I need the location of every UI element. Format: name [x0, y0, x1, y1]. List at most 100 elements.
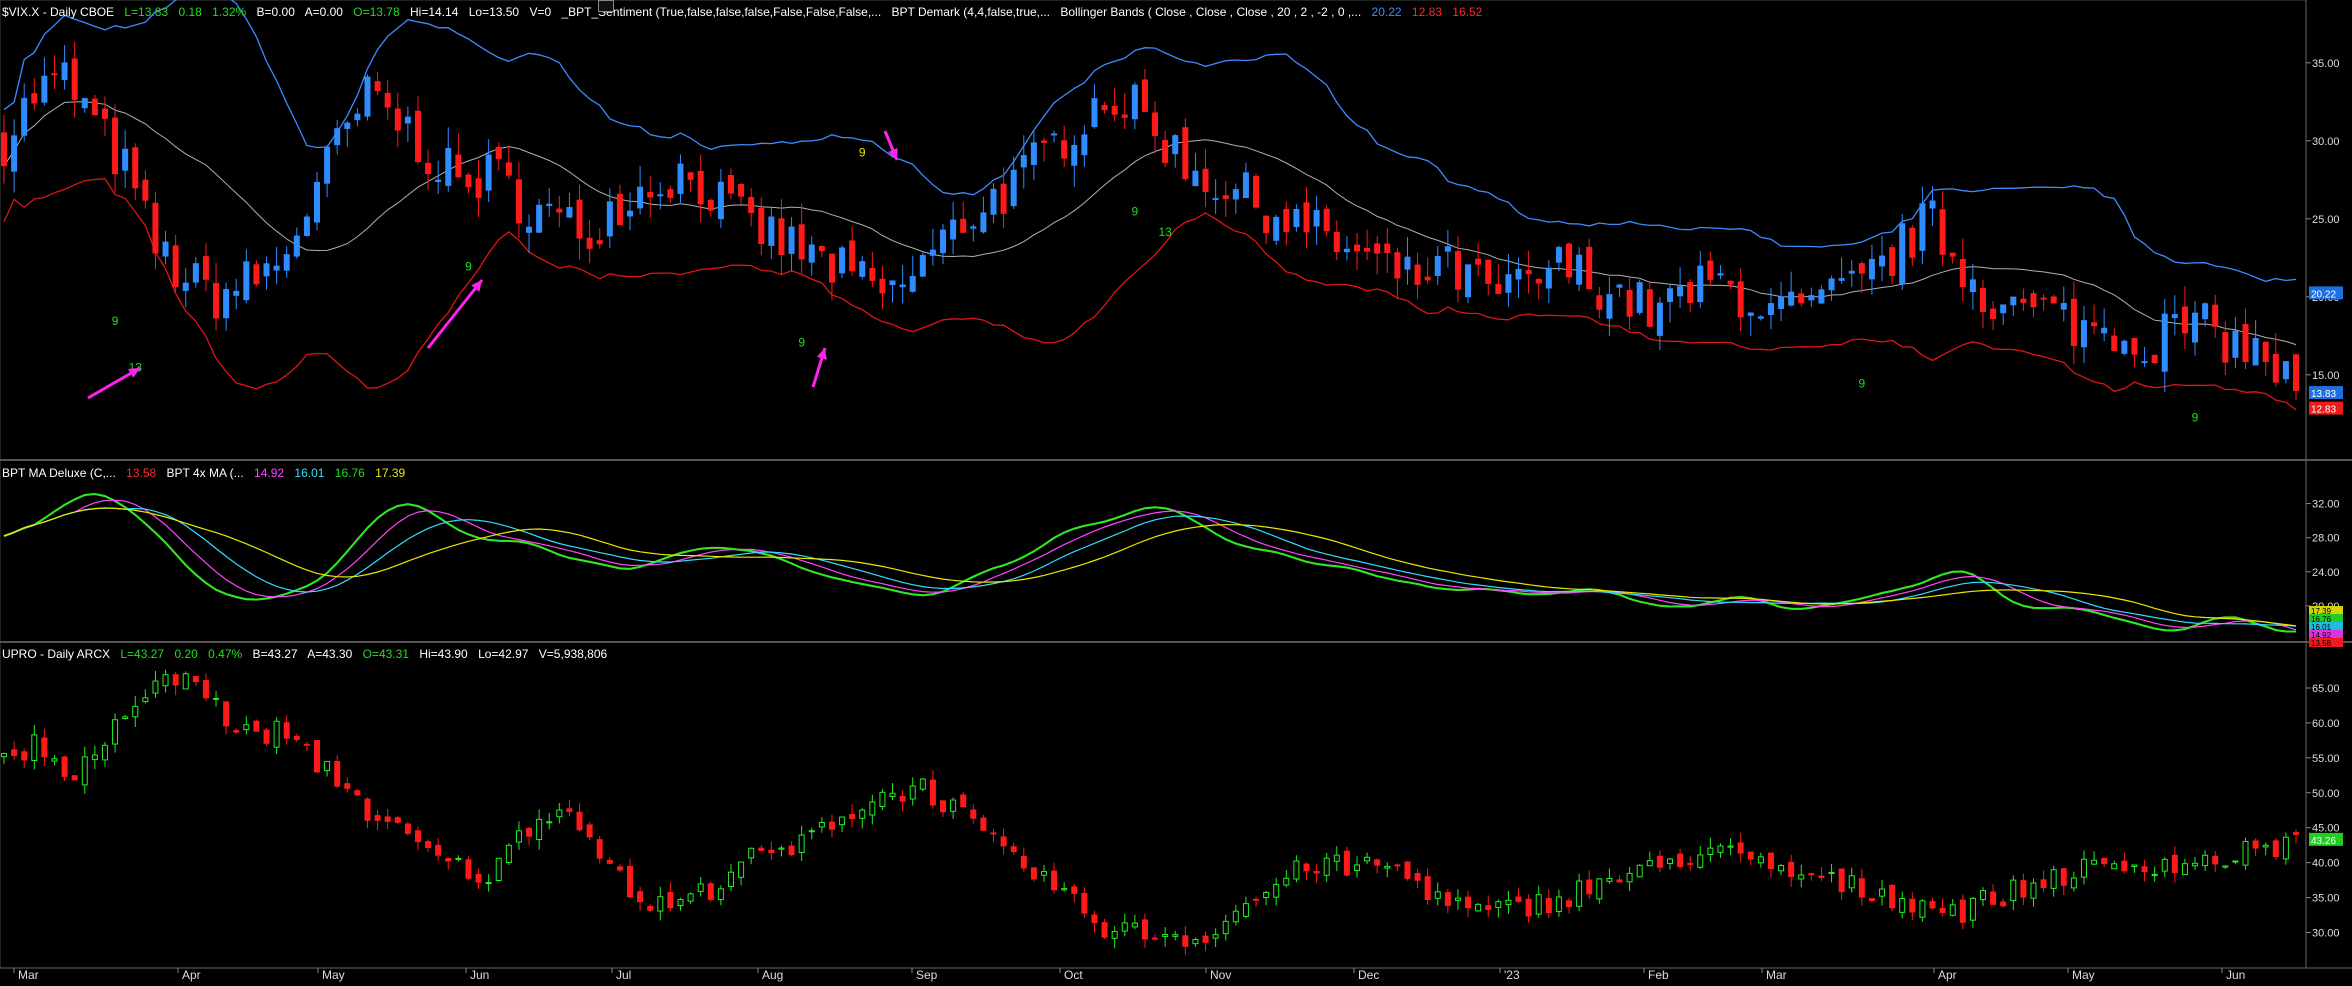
vix-candle: [1767, 303, 1774, 315]
time-label: Apr: [182, 968, 201, 982]
upro-candle: [667, 891, 674, 909]
time-label: Apr: [1938, 968, 1957, 982]
vix-candle: [314, 181, 321, 223]
vix-candle: [1808, 295, 1815, 301]
signal-arrow: [426, 279, 484, 349]
vix-candle: [132, 147, 139, 189]
indicator-bollinger[interactable]: Bollinger Bands ( Close , Close , Close …: [1060, 5, 1361, 19]
ma-deluxe-name[interactable]: BPT MA Deluxe (C,...: [2, 466, 116, 480]
vix-candle: [2080, 320, 2087, 348]
upro-candle: [1969, 897, 1976, 921]
vix-candle: [1879, 255, 1886, 267]
upro-candle: [243, 724, 250, 731]
vix-candle: [1273, 216, 1280, 241]
upro-candle: [2222, 865, 2229, 868]
upro-candle: [1212, 934, 1219, 939]
upro-candle: [647, 905, 654, 911]
vix-candle: [828, 253, 835, 283]
vix-candle: [879, 278, 886, 294]
upro-candle: [51, 758, 58, 762]
vix-candle: [172, 245, 179, 288]
vix-candle: [717, 181, 724, 220]
vix-candle: [2050, 296, 2057, 304]
vix-candle: [1242, 172, 1249, 199]
upro-candle: [1394, 864, 1401, 867]
ma-value-green: 16.76: [334, 466, 365, 480]
upro-candle: [2272, 840, 2279, 858]
price-label: 35.00: [2312, 893, 2340, 905]
upro-candle: [2000, 901, 2007, 907]
vix-candle: [1, 132, 7, 167]
price-badge-label: 20.22: [2311, 289, 2336, 300]
upro-candle: [1495, 901, 1502, 909]
upro-candle: [1434, 891, 1441, 899]
vix-candle: [1899, 223, 1906, 285]
vix-candle: [1576, 254, 1583, 285]
vix-candle: [1030, 142, 1037, 165]
upro-candle: [1747, 851, 1754, 860]
upro-candle: [576, 811, 583, 831]
vix-candle: [1121, 114, 1128, 118]
vix-candle: [1182, 127, 1189, 180]
upro-candle: [1101, 922, 1108, 938]
upro-candle: [899, 796, 906, 802]
vix-candle: [2141, 361, 2148, 364]
vix-candle: [1202, 168, 1209, 192]
vix-candle: [223, 289, 230, 319]
upro-candle: [354, 790, 361, 796]
price-label: 55.00: [2312, 753, 2340, 765]
vix-candle: [1414, 264, 1421, 285]
upro-candle: [1152, 937, 1159, 940]
upro-candle: [1485, 905, 1492, 910]
upro-change-pct: 0.47%: [208, 647, 243, 661]
upro-candle: [2171, 854, 2178, 874]
ma-red-line: [3, 492, 2296, 633]
vix-candle: [798, 224, 805, 260]
indicator-demark[interactable]: BPT Demark (4,4,false,true,...: [892, 5, 1051, 19]
upro-candle: [414, 830, 421, 843]
time-label: Aug: [762, 968, 783, 982]
upro-candle: [505, 844, 512, 864]
vix-candle: [1475, 258, 1482, 265]
upro-candle: [1636, 864, 1643, 878]
upro-candle: [1404, 861, 1411, 879]
time-label: Sep: [916, 968, 938, 982]
vix-candle: [445, 147, 452, 186]
vix-candle: [2040, 297, 2047, 300]
upro-candle: [808, 830, 815, 833]
vix-candle: [2020, 298, 2027, 303]
upro-candle: [1889, 884, 1896, 909]
upro-candle: [1091, 914, 1098, 924]
vix-candle: [495, 146, 502, 160]
price-badge-label: 43.26: [2311, 836, 2336, 847]
ma-yellow-line: [3, 507, 2297, 627]
upro-candle: [940, 800, 947, 813]
upro-candle: [798, 834, 805, 853]
vix-candle: [727, 175, 734, 194]
upro-candle: [748, 847, 755, 859]
panel-control-box[interactable]: [598, 0, 614, 12]
vix-low: Lo=13.50: [468, 5, 520, 19]
upro-candle: [1525, 898, 1532, 917]
upro-candle: [1576, 880, 1583, 907]
upro-candle: [1051, 870, 1058, 891]
upro-candle: [2101, 858, 2108, 865]
upro-candle: [475, 874, 482, 883]
upro-candle: [1364, 856, 1371, 862]
vix-candle: [2181, 306, 2188, 334]
ma-4x-name[interactable]: BPT 4x MA (...: [167, 466, 244, 480]
upro-candle: [2040, 879, 2047, 888]
price-label: 65.00: [2312, 683, 2340, 695]
vix-candle: [697, 171, 704, 205]
vix-candle: [1152, 112, 1159, 137]
vix-candle: [2060, 303, 2067, 310]
time-label: Jun: [470, 968, 489, 982]
vix-candle: [152, 202, 159, 254]
upro-candle: [101, 744, 108, 761]
upro-candle: [1141, 919, 1148, 940]
upro-candle: [1353, 864, 1360, 872]
vix-candle: [41, 75, 48, 103]
vix-candle: [1343, 248, 1350, 253]
chart-canvas: 35.0030.0025.0020.0015.009139999139920.2…: [0, 0, 2352, 982]
vix-candle: [1424, 276, 1431, 281]
